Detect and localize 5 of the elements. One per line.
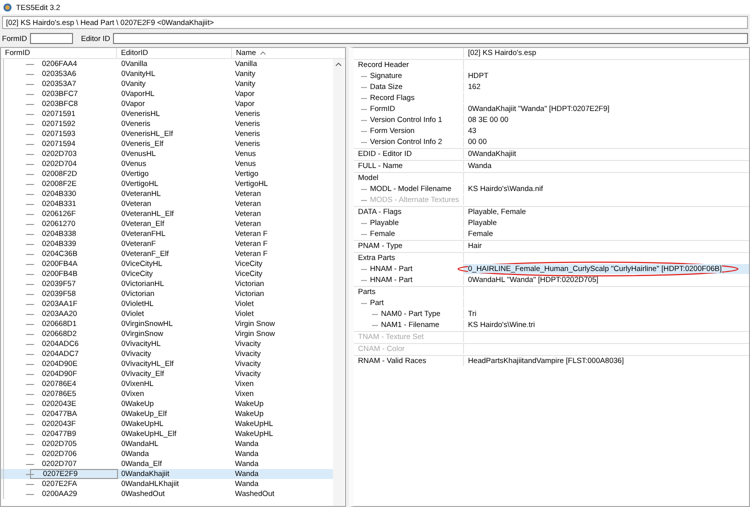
filter-field[interactable]: [113, 32, 748, 44]
scroll-up-icon[interactable]: [335, 62, 342, 67]
filter-field[interactable]: [30, 32, 73, 44]
app-icon: [3, 2, 12, 12]
scrollbar[interactable]: [333, 59, 344, 506]
